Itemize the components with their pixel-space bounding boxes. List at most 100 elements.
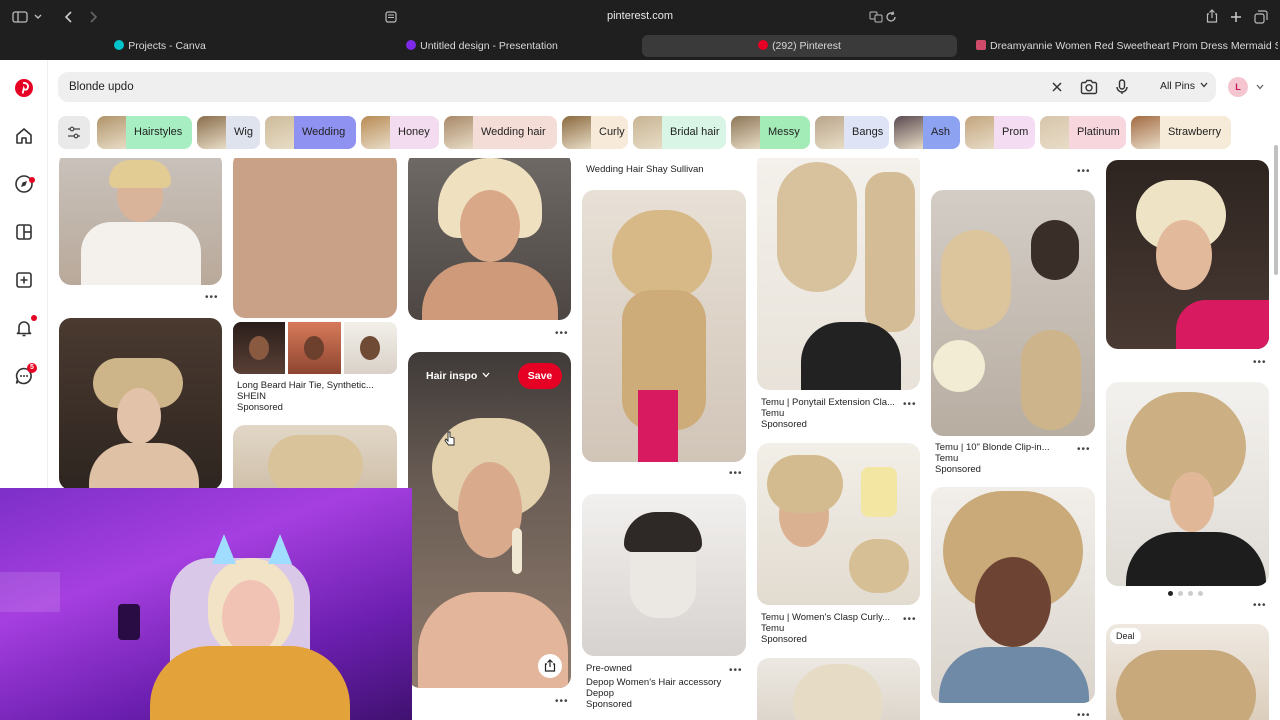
- share-icon[interactable]: [1206, 9, 1218, 23]
- pin-caption[interactable]: Wedding Hair Shay Sullivan: [586, 164, 704, 175]
- search-input[interactable]: [69, 72, 969, 102]
- guided-search-chips: Hairstyles Wig Wedding Honey Wedding hair Cur…: [58, 116, 1280, 149]
- more-options-icon[interactable]: •••: [205, 292, 219, 303]
- chip-label: Bridal hair: [670, 126, 720, 138]
- share-icon: [544, 659, 556, 672]
- claw-clip: [861, 467, 897, 517]
- camera-search-icon[interactable]: [1080, 79, 1098, 95]
- chip-messy[interactable]: Messy: [731, 116, 810, 149]
- pin-image[interactable]: [757, 443, 920, 605]
- tab-dress[interactable]: Dreamyannie Women Red Sweetheart Prom Dr…: [960, 35, 1278, 57]
- curly-wig: [793, 664, 883, 720]
- more-options-icon[interactable]: •••: [1077, 166, 1091, 177]
- chip-label: Messy: [768, 126, 800, 138]
- messages-badge: 5: [27, 363, 37, 373]
- chip-honey[interactable]: Honey: [361, 116, 439, 149]
- tab-canva[interactable]: Projects - Canva: [0, 35, 320, 57]
- pin-image[interactable]: [931, 190, 1095, 436]
- more-options-icon[interactable]: •••: [1077, 444, 1091, 455]
- more-options-icon[interactable]: •••: [729, 665, 743, 676]
- carousel-dots[interactable]: [1168, 591, 1208, 597]
- sponsored-label: Sponsored: [586, 699, 632, 710]
- webcam-overlay: [0, 488, 412, 720]
- pin-brand[interactable]: Depop: [586, 688, 614, 699]
- sponsored-label: Sponsored: [761, 634, 807, 645]
- chip-platinum[interactable]: Platinum: [1040, 116, 1126, 149]
- avatar[interactable]: L: [1228, 77, 1248, 97]
- share-pin-button[interactable]: [538, 654, 562, 678]
- chip-label: Wedding: [302, 126, 346, 138]
- account-chevron-icon[interactable]: [1256, 84, 1264, 90]
- tab-presentation[interactable]: Untitled design - Presentation: [322, 35, 642, 57]
- pin-title[interactable]: Depop Women's Hair accessory: [586, 677, 721, 688]
- pin-title[interactable]: Temu | 10" Blonde Clip-in...: [935, 442, 1050, 453]
- chip-prom[interactable]: Prom: [965, 116, 1035, 149]
- pin-image[interactable]: Deal: [1106, 624, 1269, 720]
- pin-image[interactable]: [233, 158, 397, 318]
- person-face: [222, 580, 280, 654]
- pin-brand[interactable]: Temu: [761, 623, 784, 634]
- address-bar[interactable]: pinterest.com: [0, 10, 1280, 22]
- more-options-icon[interactable]: •••: [1077, 710, 1091, 720]
- pin-image[interactable]: [408, 158, 571, 320]
- save-button[interactable]: Save: [518, 363, 562, 389]
- pin-image[interactable]: [59, 158, 222, 285]
- reload-icon[interactable]: [885, 11, 897, 23]
- notifications-icon[interactable]: [14, 318, 34, 338]
- chip-bridal-hair[interactable]: Bridal hair: [633, 116, 726, 149]
- pin-image[interactable]: [931, 487, 1095, 703]
- chip-wedding-hair[interactable]: Wedding hair: [444, 116, 557, 149]
- home-icon[interactable]: [14, 126, 34, 146]
- pin-image[interactable]: [1106, 160, 1269, 349]
- pin-brand[interactable]: Temu: [761, 408, 784, 419]
- person-top: [150, 646, 350, 720]
- pin-image[interactable]: [1106, 382, 1269, 586]
- all-pins-dropdown[interactable]: All Pins: [1160, 80, 1208, 92]
- more-options-icon[interactable]: •••: [903, 614, 917, 625]
- pin-title[interactable]: Temu | Women's Clasp Curly...: [761, 612, 890, 623]
- more-options-icon[interactable]: •••: [555, 328, 569, 339]
- tab-pinterest[interactable]: (292) Pinterest: [642, 35, 957, 57]
- clear-search-icon[interactable]: [1049, 79, 1065, 95]
- pin-brand[interactable]: Temu: [935, 453, 958, 464]
- chevron-down-icon: [1200, 82, 1208, 88]
- beard-pin-images[interactable]: [233, 322, 397, 374]
- pin-image[interactable]: [757, 158, 920, 390]
- tab-overview-icon[interactable]: [1254, 10, 1268, 24]
- chip-curly[interactable]: Curly: [562, 116, 628, 149]
- microphone-icon[interactable]: [1114, 79, 1130, 95]
- filter-button[interactable]: [58, 116, 90, 149]
- pinterest-logo-icon[interactable]: [14, 78, 34, 98]
- new-tab-icon[interactable]: [1230, 11, 1242, 23]
- boards-icon[interactable]: [14, 222, 34, 242]
- chip-strawberry[interactable]: Strawberry: [1131, 116, 1231, 149]
- more-options-icon[interactable]: •••: [555, 696, 569, 707]
- shoulders: [422, 262, 558, 320]
- pin-title[interactable]: Long Beard Hair Tie, Synthetic...: [237, 380, 374, 391]
- board-selector[interactable]: Hair inspo: [426, 370, 490, 382]
- page-scrollbar[interactable]: [1274, 145, 1278, 275]
- pin-image[interactable]: [757, 658, 920, 720]
- filter-icon: [68, 126, 80, 139]
- clip-piece: [1021, 330, 1081, 430]
- chip-bangs[interactable]: Bangs: [815, 116, 889, 149]
- chip-thumbnail: [633, 116, 662, 149]
- pin-image[interactable]: [582, 190, 746, 462]
- more-options-icon[interactable]: •••: [1253, 600, 1267, 611]
- translate-icon[interactable]: [869, 11, 883, 23]
- more-options-icon[interactable]: •••: [903, 399, 917, 410]
- more-options-icon[interactable]: •••: [729, 468, 743, 479]
- chip-wedding[interactable]: Wedding: [265, 116, 356, 149]
- chip-ash[interactable]: Ash: [894, 116, 960, 149]
- chip-wig[interactable]: Wig: [197, 116, 260, 149]
- pin-title[interactable]: Temu | Ponytail Extension Cla...: [761, 397, 895, 408]
- create-icon[interactable]: [14, 270, 34, 290]
- chip-hairstyles[interactable]: Hairstyles: [97, 116, 192, 149]
- pin-image[interactable]: [582, 494, 746, 656]
- pin-image[interactable]: [59, 318, 222, 490]
- chevron-down-icon: [482, 372, 490, 378]
- deal-badge: Deal: [1110, 628, 1141, 644]
- hovered-pin[interactable]: Hair inspo Save: [408, 352, 571, 688]
- pin-brand[interactable]: SHEIN: [237, 391, 266, 402]
- more-options-icon[interactable]: •••: [1253, 357, 1267, 368]
